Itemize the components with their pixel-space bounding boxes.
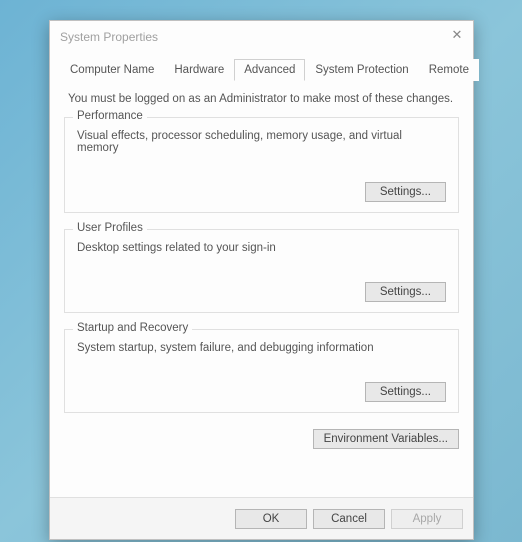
tab-content: You must be logged on as an Administrato…: [50, 81, 473, 413]
performance-button-row: Settings...: [77, 182, 446, 202]
startup-recovery-legend: Startup and Recovery: [73, 322, 192, 334]
environment-variables-button[interactable]: Environment Variables...: [313, 429, 459, 449]
dialog-button-bar: OK Cancel Apply: [50, 497, 473, 539]
startup-recovery-button-row: Settings...: [77, 382, 446, 402]
titlebar: System Properties ✕: [50, 21, 473, 53]
tabs-bar: Computer Name Hardware Advanced System P…: [60, 59, 463, 81]
tab-hardware[interactable]: Hardware: [164, 59, 234, 81]
tab-computer-name[interactable]: Computer Name: [60, 59, 164, 81]
user-profiles-settings-button[interactable]: Settings...: [365, 282, 446, 302]
tab-advanced[interactable]: Advanced: [234, 59, 305, 81]
startup-recovery-group: Startup and Recovery System startup, sys…: [64, 329, 459, 413]
performance-settings-button[interactable]: Settings...: [365, 182, 446, 202]
ok-button[interactable]: OK: [235, 509, 307, 529]
system-properties-window: System Properties ✕ Computer Name Hardwa…: [49, 20, 474, 540]
startup-recovery-desc: System startup, system failure, and debu…: [77, 342, 446, 354]
startup-recovery-settings-button[interactable]: Settings...: [365, 382, 446, 402]
tab-remote[interactable]: Remote: [419, 59, 479, 81]
tab-system-protection[interactable]: System Protection: [305, 59, 418, 81]
window-title: System Properties: [60, 30, 158, 44]
cancel-button[interactable]: Cancel: [313, 509, 385, 529]
user-profiles-group: User Profiles Desktop settings related t…: [64, 229, 459, 313]
user-profiles-legend: User Profiles: [73, 222, 147, 234]
performance-desc: Visual effects, processor scheduling, me…: [77, 130, 446, 154]
close-icon[interactable]: ✕: [447, 25, 467, 45]
apply-button: Apply: [391, 509, 463, 529]
user-profiles-button-row: Settings...: [77, 282, 446, 302]
env-vars-row: Environment Variables...: [50, 429, 473, 449]
user-profiles-desc: Desktop settings related to your sign-in: [77, 242, 446, 254]
admin-instruction: You must be logged on as an Administrato…: [64, 93, 459, 105]
performance-legend: Performance: [73, 110, 147, 122]
performance-group: Performance Visual effects, processor sc…: [64, 117, 459, 213]
